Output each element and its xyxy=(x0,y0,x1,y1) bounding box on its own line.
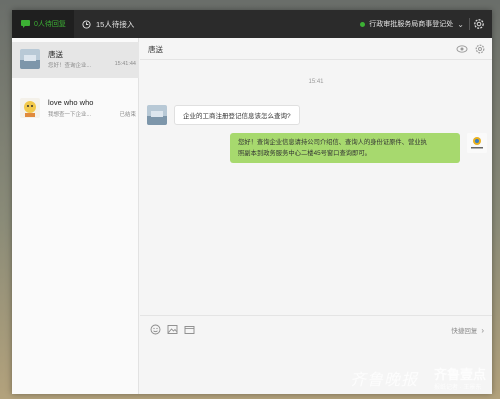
avatar xyxy=(147,105,167,125)
message-timestamp: 15:41 xyxy=(308,79,324,85)
avatar xyxy=(20,49,40,69)
account-switcher[interactable]: 行政审批服务局商事登记处 ⌄ xyxy=(360,10,464,38)
quick-reply-label: 快捷回复 xyxy=(451,328,478,335)
chat-header: 唐送 xyxy=(140,38,492,60)
tab-waiting-reply[interactable]: 0人待回复 xyxy=(12,10,74,38)
eye-icon[interactable] xyxy=(456,43,468,55)
divider xyxy=(469,18,470,30)
tab-waiting-reply-label: 0人待回复 xyxy=(34,21,66,28)
chevron-right-icon: › xyxy=(481,325,484,335)
clock-icon xyxy=(82,19,91,29)
outgoing-message-line: 您好！查询企业信息请持公司介绍信、查询人的身份证原件、营业执 xyxy=(238,139,427,146)
emoji-icon[interactable] xyxy=(150,324,161,335)
chat-bubble-icon xyxy=(21,20,30,28)
conversation-list: 唐送 您好！查询企业... 15:41:44 love who who 我想查一… xyxy=(12,38,139,394)
app-window: 0人待回复 15人待接入 行政审批服务局商事登记处 ⌄ 唐送 您好！查询企业..… xyxy=(12,10,492,394)
avatar xyxy=(467,133,487,153)
conversation-time: 15:41:44 xyxy=(114,61,136,67)
message-area: 15:41 企业的工商注册登记信息该怎么查询? 您好！查询企业信息请持公司介绍信… xyxy=(140,61,492,315)
gear-icon[interactable] xyxy=(472,17,486,31)
outgoing-message: 您好！查询企业信息请持公司介绍信、查询人的身份证原件、营业执 照副本到政务服务中… xyxy=(230,133,460,163)
conversation-item[interactable]: 唐送 您好！查询企业... 15:41:44 xyxy=(12,42,139,78)
online-status-dot xyxy=(360,21,366,27)
outgoing-message-line: 照副本到政务服务中心二楼45号窗口查询即可。 xyxy=(238,150,371,157)
watermark-main: 齐鲁晚报 xyxy=(350,370,419,389)
account-name: 行政审批服务局商事登记处 xyxy=(369,21,454,28)
conversation-name: 唐送 xyxy=(48,50,63,59)
conversation-preview: 您好！查询企业... xyxy=(48,63,92,69)
quick-reply-button[interactable]: 快捷回复 › xyxy=(451,325,484,336)
incoming-message: 企业的工商注册登记信息该怎么查询? xyxy=(174,105,300,125)
conversation-name: love who who xyxy=(48,98,94,107)
conversation-item[interactable]: love who who 我想查一下企业... 已结束 xyxy=(12,91,139,127)
conversation-status: 已结束 xyxy=(119,112,136,118)
watermark-sub: 报纸记者 · 王景东 xyxy=(434,385,482,391)
chevron-down-icon: ⌄ xyxy=(457,19,464,29)
folder-icon[interactable] xyxy=(184,324,195,335)
avatar xyxy=(20,98,40,118)
watermark-brand: 齐鲁壹点 xyxy=(434,367,487,382)
chat-title: 唐送 xyxy=(148,45,163,54)
tab-waiting-access-label: 15人待接入 xyxy=(96,19,135,29)
tab-waiting-access[interactable]: 15人待接入 xyxy=(82,10,134,38)
conversation-preview: 我想查一下企业... xyxy=(48,112,92,118)
gear-icon[interactable] xyxy=(474,43,486,55)
top-bar: 0人待回复 15人待接入 行政审批服务局商事登记处 ⌄ xyxy=(12,10,492,38)
image-icon[interactable] xyxy=(167,324,178,335)
newspaper-watermark: 齐鲁晚报 齐鲁壹点 报纸记者 · 王景东 xyxy=(350,362,490,394)
